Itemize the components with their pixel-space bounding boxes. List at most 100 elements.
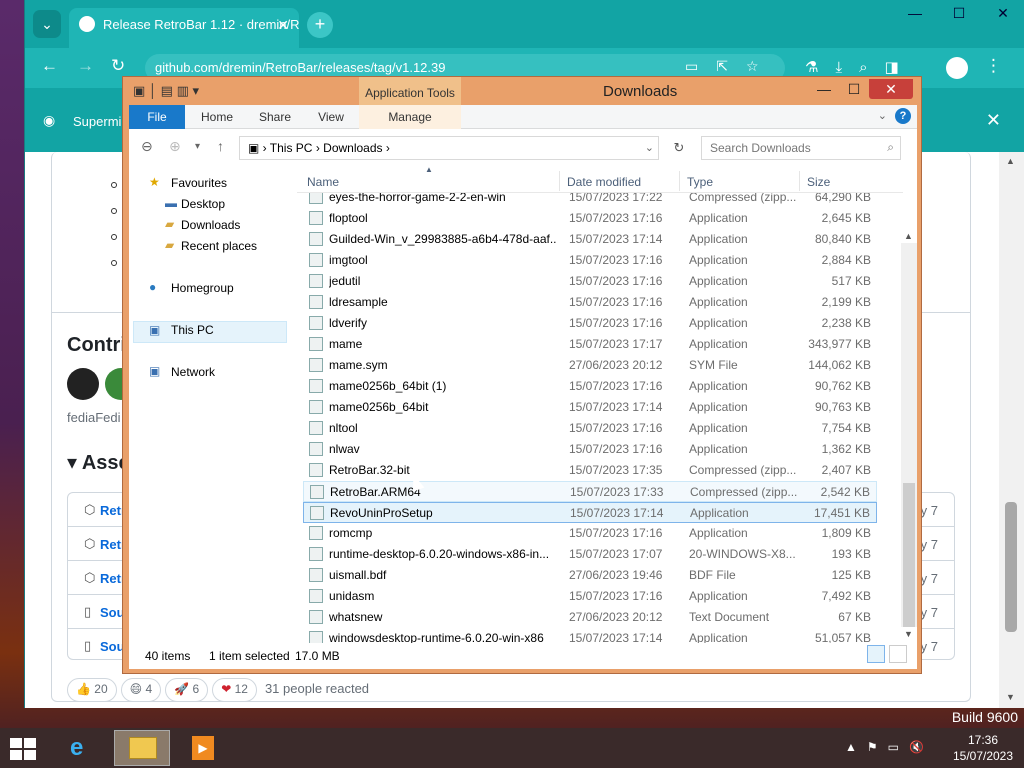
- nav-favourites[interactable]: Favourites: [171, 176, 227, 190]
- nav-thispc[interactable]: This PC: [171, 323, 214, 337]
- file-row[interactable]: floptool 15/07/2023 17:16 Application 2,645…: [303, 208, 877, 229]
- cast-icon[interactable]: ▭: [685, 58, 716, 74]
- tab-close-icon[interactable]: ✕: [277, 17, 289, 34]
- start-button[interactable]: [10, 738, 38, 760]
- file-row[interactable]: Guilded-Win_v_29983885-a6b4-478d-aaf... 1…: [303, 229, 877, 250]
- file-row[interactable]: RetroBar.ARM64 15/07/2023 17:33 Compressed…: [303, 481, 877, 502]
- profile-avatar[interactable]: [946, 57, 968, 79]
- address-dropdown-icon[interactable]: ⌄: [645, 141, 654, 154]
- breadcrumb-downloads[interactable]: Downloads: [323, 141, 382, 155]
- menu-icon[interactable]: ⋮: [985, 56, 1002, 76]
- large-icons-view-icon[interactable]: [889, 645, 907, 663]
- recent-dropdown-icon[interactable]: ▾: [195, 141, 200, 152]
- tray-expand-icon[interactable]: ▲: [845, 740, 867, 754]
- file-row[interactable]: romcmp 15/07/2023 17:16 Application 1,809 K…: [303, 523, 877, 544]
- nav-desktop[interactable]: Desktop: [181, 197, 225, 211]
- nav-network[interactable]: Network: [171, 365, 215, 379]
- clock[interactable]: 17:36 15/07/2023: [948, 732, 1018, 764]
- back-icon[interactable]: ←: [41, 56, 58, 76]
- file-row[interactable]: mame 15/07/2023 17:17 Application 343,977 K…: [303, 334, 877, 355]
- file-row[interactable]: jedutil 15/07/2023 17:16 Application 517 KB: [303, 271, 877, 292]
- scroll-thumb[interactable]: [903, 483, 915, 627]
- file-row[interactable]: unidasm 15/07/2023 17:16 Application 7,492 …: [303, 586, 877, 607]
- star-icon[interactable]: ☆: [746, 58, 777, 74]
- column-date[interactable]: Date modified: [567, 175, 641, 189]
- close-button[interactable]: ✕: [869, 79, 913, 99]
- taskbar-file-explorer[interactable]: [114, 730, 170, 766]
- scroll-up-icon[interactable]: ▲: [904, 231, 913, 241]
- lab-icon[interactable]: ⚗: [805, 59, 835, 76]
- maximize-button[interactable]: ☐: [937, 0, 981, 26]
- column-type[interactable]: Type: [687, 175, 713, 189]
- column-separator[interactable]: [679, 171, 680, 191]
- download-icon[interactable]: ⤓: [835, 59, 859, 76]
- browser-tab[interactable]: Release RetroBar 1.12 · dremin/R ✕: [69, 8, 299, 48]
- share-icon[interactable]: ⇱: [716, 58, 746, 74]
- file-list-scrollbar[interactable]: ▲ ▼: [901, 231, 917, 639]
- tab-search-button[interactable]: ⌄: [33, 10, 61, 38]
- scroll-down-icon[interactable]: ▼: [904, 629, 913, 639]
- reload-icon[interactable]: ↻: [111, 56, 125, 76]
- file-row[interactable]: runtime-desktop-6.0.20-windows-x86-in...…: [303, 544, 877, 565]
- new-folder-icon[interactable]: ▥: [177, 83, 189, 98]
- reaction-heart[interactable]: ❤ 12: [212, 678, 257, 702]
- scroll-down-icon[interactable]: ▼: [1006, 692, 1015, 702]
- refresh-icon[interactable]: ↻: [667, 136, 691, 160]
- tab-view[interactable]: View: [305, 105, 357, 129]
- file-row[interactable]: eyes-the-horror-game-2-2-en-win 15/07/202…: [303, 193, 877, 208]
- assets-heading[interactable]: ▾ Asse: [67, 450, 130, 475]
- minimize-button[interactable]: —: [893, 0, 937, 26]
- file-row[interactable]: nlwav 15/07/2023 17:16 Application 1,362 KB: [303, 439, 877, 460]
- asset-name[interactable]: Sou: [100, 605, 125, 620]
- nav-recent[interactable]: Recent places: [181, 239, 257, 253]
- zoom-icon[interactable]: ⌕: [859, 59, 884, 76]
- close-button[interactable]: ✕: [981, 0, 1024, 26]
- banner-close-icon[interactable]: ✕: [986, 110, 1001, 131]
- back-icon[interactable]: ⊖: [141, 138, 153, 155]
- reaction-rocket[interactable]: 🚀 6: [165, 678, 209, 702]
- contributor-avatar[interactable]: [67, 368, 99, 400]
- folder-icon[interactable]: ▣: [133, 83, 145, 98]
- volume-icon[interactable]: 🔇: [909, 740, 934, 754]
- file-row[interactable]: whatsnew 27/06/2023 20:12 Text Document 67 …: [303, 607, 877, 628]
- page-scrollbar[interactable]: ▲ ▼: [999, 152, 1024, 708]
- file-row[interactable]: imgtool 15/07/2023 17:16 Application 2,884 …: [303, 250, 877, 271]
- details-view-icon[interactable]: [867, 645, 885, 663]
- column-separator[interactable]: [799, 171, 800, 191]
- network-tray-icon[interactable]: ▭: [888, 740, 909, 754]
- column-size[interactable]: Size: [807, 175, 830, 189]
- column-name[interactable]: Name: [307, 175, 339, 189]
- qat-dropdown-icon[interactable]: ▾: [193, 83, 200, 98]
- reaction-thumbs-up[interactable]: 👍 20: [67, 678, 117, 702]
- forward-icon[interactable]: →: [77, 56, 94, 76]
- help-icon[interactable]: ?: [895, 108, 911, 124]
- properties-icon[interactable]: ▤: [161, 83, 173, 98]
- breadcrumb[interactable]: ▣ › This PC › Downloads › ⌄: [239, 136, 659, 160]
- file-row[interactable]: nltool 15/07/2023 17:16 Application 7,754 K…: [303, 418, 877, 439]
- nav-downloads[interactable]: Downloads: [181, 218, 240, 232]
- file-row[interactable]: ldresample 15/07/2023 17:16 Application 2,1…: [303, 292, 877, 313]
- taskbar-media-player[interactable]: ▶: [174, 730, 230, 766]
- ribbon-expand-icon[interactable]: ⌄: [878, 109, 887, 122]
- file-row[interactable]: RevoUninProSetup 15/07/2023 17:14 Applicat…: [303, 502, 877, 523]
- file-row[interactable]: mame0256b_64bit (1) 15/07/2023 17:16 Appli…: [303, 376, 877, 397]
- file-row[interactable]: uismall.bdf 27/06/2023 19:46 BDF File 125 K…: [303, 565, 877, 586]
- nav-homegroup[interactable]: Homegroup: [171, 281, 234, 295]
- minimize-button[interactable]: —: [809, 81, 839, 97]
- scroll-up-icon[interactable]: ▲: [1006, 156, 1015, 166]
- reaction-laugh[interactable]: 😄 4: [120, 678, 162, 702]
- file-row[interactable]: mame.sym 27/06/2023 20:12 SYM File 144,062 …: [303, 355, 877, 376]
- flag-icon[interactable]: ⚑: [867, 740, 888, 754]
- file-row[interactable]: mame0256b_64bit 15/07/2023 17:14 Applicati…: [303, 397, 877, 418]
- new-tab-button[interactable]: +: [307, 12, 333, 38]
- tab-home[interactable]: Home: [191, 105, 243, 129]
- breadcrumb-thispc[interactable]: This PC: [270, 141, 313, 155]
- tab-share[interactable]: Share: [249, 105, 301, 129]
- file-row[interactable]: RetroBar.32-bit 15/07/2023 17:35 Compresse…: [303, 460, 877, 481]
- sidebar-icon[interactable]: ◨: [885, 59, 916, 76]
- asset-name[interactable]: Sou: [100, 639, 125, 654]
- column-separator[interactable]: [559, 171, 560, 191]
- up-icon[interactable]: ↑: [217, 138, 224, 154]
- file-row[interactable]: ldverify 15/07/2023 17:16 Application 2,238…: [303, 313, 877, 334]
- forward-icon[interactable]: ⊕: [169, 138, 181, 155]
